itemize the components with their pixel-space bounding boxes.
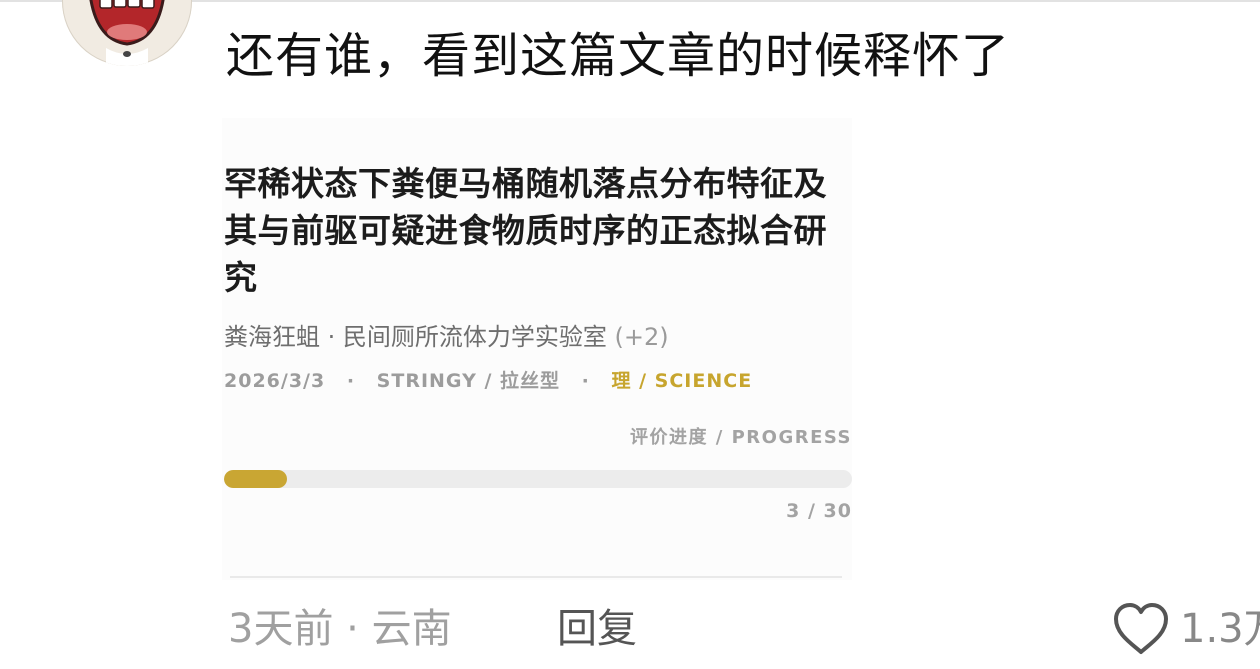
avatar[interactable] — [62, 0, 192, 66]
author-names: 粪海狂蛆 · 民间厕所流体力学实验室 — [224, 323, 607, 351]
progress-bar — [224, 470, 852, 488]
heart-outline-icon[interactable] — [1112, 602, 1170, 656]
cartoon-face-avatar-icon — [89, 0, 165, 66]
card-divider — [230, 576, 842, 578]
progress-bar-fill — [224, 470, 287, 488]
reply-button[interactable]: 回复 — [557, 602, 637, 656]
progress-count: 3 / 30 — [786, 500, 852, 522]
author-extra-count: (+2) — [614, 323, 669, 351]
article-type-tag: STRINGY / 拉丝型 — [376, 370, 561, 392]
progress-label: 评价进度 / PROGRESS — [629, 427, 852, 448]
comment-text: 还有谁，看到这篇文章的时候释怀了 — [226, 28, 1011, 84]
like-count: 1.3万 — [1180, 606, 1260, 652]
article-meta: 2026/3/3 · STRINGY / 拉丝型 · 理 / SCIENCE — [224, 368, 752, 394]
article-date: 2026/3/3 — [224, 370, 326, 392]
article-field-tag: 理 / SCIENCE — [611, 370, 753, 392]
article-card[interactable]: 罕稀状态下粪便马桶随机落点分布特征及其与前驱可疑进食物质时序的正态拟合研究 粪海… — [222, 118, 852, 580]
article-authors: 粪海狂蛆 · 民间厕所流体力学实验室 (+2) — [224, 320, 669, 354]
article-title: 罕稀状态下粪便马桶随机落点分布特征及其与前驱可疑进食物质时序的正态拟合研究 — [224, 164, 827, 297]
meta-separator: · — [581, 370, 590, 392]
meta-separator: · — [346, 370, 356, 392]
comment-screen: 还有谁，看到这篇文章的时候释怀了 罕稀状态下粪便马桶随机落点分布特征及其与前驱可… — [0, 0, 1260, 669]
comment-time-location: 3天前 · 云南 — [228, 606, 452, 652]
